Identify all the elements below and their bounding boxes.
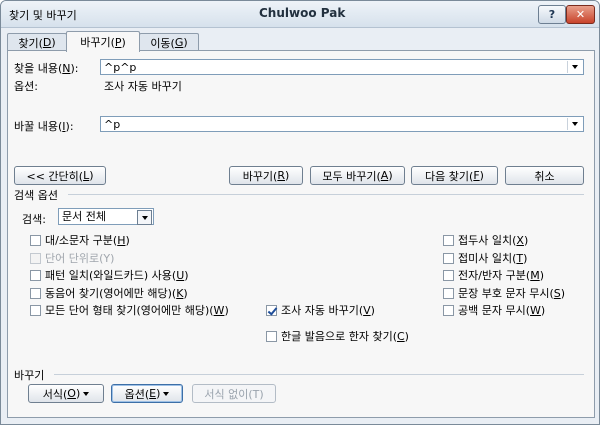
options-value: 조사 자동 바꾸기 bbox=[104, 80, 182, 93]
whole-word-checkbox bbox=[30, 252, 41, 264]
sounds-like-option[interactable]: 동음어 찾기(영어에만 해당)(K) bbox=[30, 286, 188, 300]
cancel-button[interactable]: 취소 bbox=[505, 166, 584, 185]
sounds-like-checkbox[interactable] bbox=[30, 287, 41, 299]
format-button[interactable]: 서식(O) bbox=[28, 384, 104, 403]
chevron-down-icon bbox=[163, 391, 170, 396]
special-button[interactable]: 옵션(E) bbox=[111, 384, 183, 403]
hanja-by-hangul-option[interactable]: 한글 발음으로 한자 찾기(C) bbox=[266, 329, 409, 343]
replace-input[interactable]: ^p bbox=[100, 116, 584, 132]
match-case-option[interactable]: 대/소문자 구분(H) bbox=[30, 233, 130, 247]
match-suffix-checkbox[interactable] bbox=[443, 252, 454, 264]
find-input[interactable]: ^p^p bbox=[100, 59, 584, 75]
replace-button[interactable]: 바꾸기(R) bbox=[229, 166, 303, 185]
search-direction-label: 검색: bbox=[22, 213, 46, 226]
search-direction-dropdown[interactable] bbox=[137, 210, 152, 225]
ignore-whitespace-option[interactable]: 공백 문자 무시(W) bbox=[443, 303, 545, 317]
auto-particle-checkbox[interactable] bbox=[266, 304, 277, 316]
wildcards-option[interactable]: 패턴 일치(와일드카드) 사용(U) bbox=[30, 268, 189, 282]
match-width-option[interactable]: 전자/반자 구분(M) bbox=[443, 268, 544, 282]
match-suffix-option[interactable]: 접미사 일치(T) bbox=[443, 251, 527, 265]
tab-replace[interactable]: 바꾸기(P) bbox=[66, 31, 140, 52]
ignore-punctuation-checkbox[interactable] bbox=[443, 287, 454, 299]
ignore-punctuation-option[interactable]: 문장 부호 문자 무시(S) bbox=[443, 286, 565, 300]
ignore-whitespace-checkbox[interactable] bbox=[443, 304, 454, 316]
match-case-checkbox[interactable] bbox=[30, 234, 41, 246]
hanja-by-hangul-checkbox[interactable] bbox=[266, 330, 277, 342]
chevron-down-icon bbox=[572, 65, 578, 69]
find-dropdown-button[interactable] bbox=[567, 61, 582, 73]
search-options-label: 검색 옵션 bbox=[14, 189, 58, 202]
less-button[interactable]: << 간단히(L) bbox=[14, 166, 106, 185]
chevron-down-icon bbox=[572, 122, 578, 126]
wildcards-checkbox[interactable] bbox=[30, 269, 41, 281]
options-label: 옵션: bbox=[14, 80, 38, 93]
group-divider bbox=[68, 194, 584, 195]
replace-label: 바꿀 내용(I): bbox=[14, 120, 74, 133]
group-divider bbox=[54, 374, 584, 375]
all-word-forms-option[interactable]: 모든 단어 형태 찾기(영어에만 해당)(W) bbox=[30, 303, 229, 317]
window-user-title: Chulwoo Pak bbox=[259, 6, 346, 20]
replace-group-label: 바꾸기 bbox=[14, 369, 45, 382]
tab-find[interactable]: 찾기(D) bbox=[7, 33, 67, 51]
search-direction-select[interactable]: 문서 전체 bbox=[58, 208, 154, 225]
match-prefix-checkbox[interactable] bbox=[443, 234, 454, 246]
help-icon: ? bbox=[548, 8, 556, 21]
tab-goto[interactable]: 이동(G) bbox=[139, 33, 199, 51]
match-prefix-option[interactable]: 접두사 일치(X) bbox=[443, 233, 528, 247]
match-width-checkbox[interactable] bbox=[443, 269, 454, 281]
close-button[interactable]: ✕ bbox=[566, 5, 595, 24]
chevron-down-icon bbox=[141, 215, 148, 220]
replace-all-button[interactable]: 모두 바꾸기(A) bbox=[310, 166, 405, 185]
auto-particle-option[interactable]: 조사 자동 바꾸기(V) bbox=[266, 303, 375, 317]
no-formatting-button: 서식 없이(T) bbox=[192, 384, 276, 403]
replace-panel: 찾을 내용(N): ^p^p 옵션: 조사 자동 바꾸기 바꿀 내용(I): ^… bbox=[7, 50, 595, 418]
close-icon: ✕ bbox=[575, 8, 586, 21]
find-next-button[interactable]: 다음 찾기(F) bbox=[411, 166, 498, 185]
whole-word-option: 단어 단위로(Y) bbox=[30, 251, 114, 265]
help-button[interactable]: ? bbox=[538, 5, 566, 24]
replace-dropdown-button[interactable] bbox=[567, 118, 582, 130]
find-replace-dialog: 찾기 및 바꾸기 Chulwoo Pak ? ✕ 찾기(D) 바꾸기(P) 이동… bbox=[0, 0, 600, 425]
all-word-forms-checkbox[interactable] bbox=[30, 304, 41, 316]
title-bar[interactable]: 찾기 및 바꾸기 Chulwoo Pak ? ✕ bbox=[1, 1, 599, 28]
find-label: 찾을 내용(N): bbox=[14, 62, 79, 75]
chevron-down-icon bbox=[83, 391, 90, 396]
window-title: 찾기 및 바꾸기 bbox=[9, 9, 77, 22]
